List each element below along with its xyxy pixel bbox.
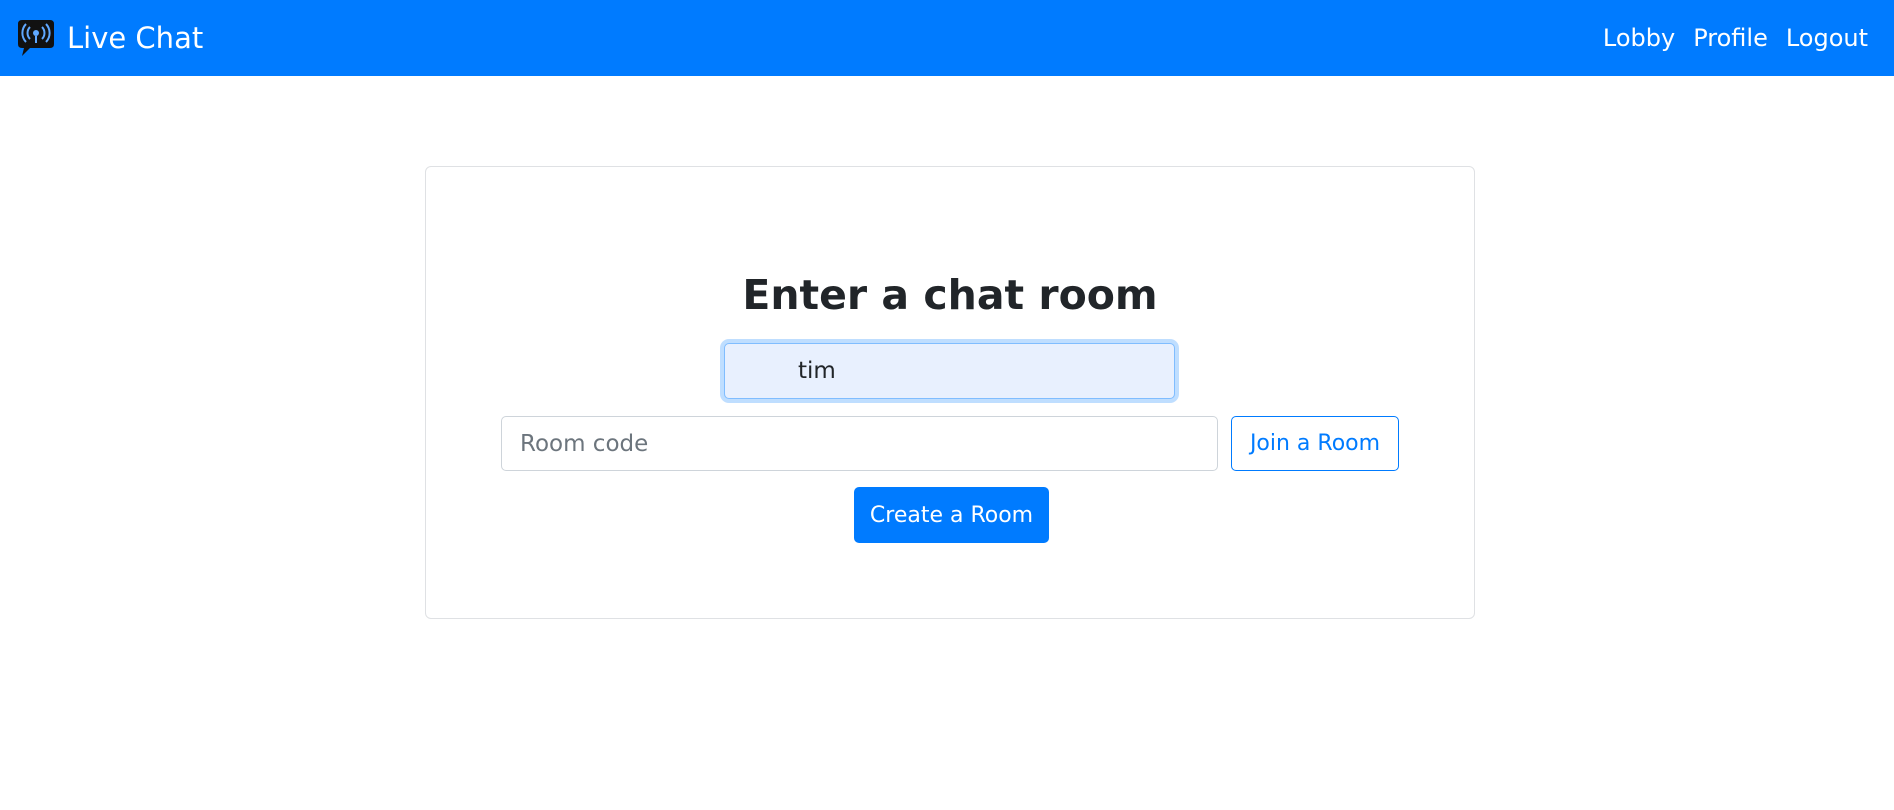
nav-link-lobby[interactable]: Lobby (1603, 24, 1675, 52)
page-title: Enter a chat room (742, 271, 1158, 319)
room-code-input[interactable] (501, 416, 1218, 471)
nav-link-logout[interactable]: Logout (1786, 24, 1868, 52)
join-room-button[interactable]: Join a Room (1231, 416, 1399, 471)
navbar: Live Chat Lobby Profile Logout (0, 0, 1894, 76)
brand-label: Live Chat (67, 21, 204, 55)
brand-link[interactable]: Live Chat (16, 18, 203, 58)
enter-room-card: Enter a chat room Join a Room Create a R… (425, 166, 1475, 619)
nav-links: Lobby Profile Logout (1585, 0, 1868, 76)
create-room-button[interactable]: Create a Room (854, 487, 1049, 543)
nav-link-profile[interactable]: Profile (1693, 24, 1768, 52)
name-input[interactable] (724, 343, 1175, 399)
chat-bubble-broadcast-icon (18, 20, 54, 56)
